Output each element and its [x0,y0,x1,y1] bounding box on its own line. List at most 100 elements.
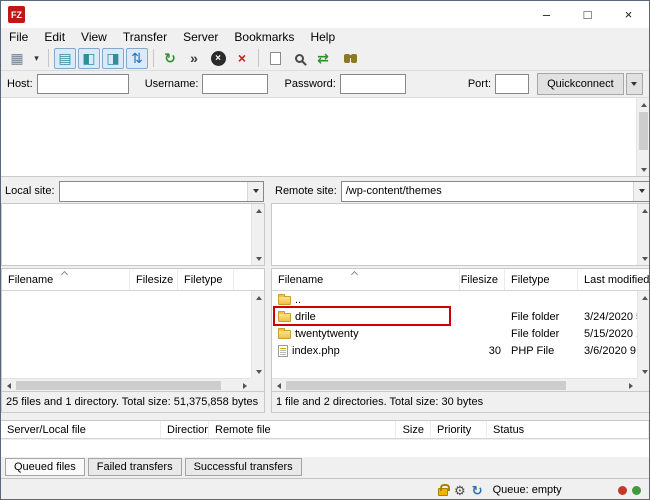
chevron-down-icon [639,189,645,193]
column-header-size[interactable]: Size [396,421,431,438]
scroll-up-button[interactable] [638,204,650,217]
scroll-up-button[interactable] [638,291,650,304]
port-input[interactable] [495,74,529,94]
host-input[interactable] [37,74,129,94]
directory-comparison-button[interactable] [288,48,310,69]
tab-successful-transfers[interactable]: Successful transfers [185,458,302,476]
remote-file-row-index-php[interactable]: index.php 30 PHP File 3/6/2020 9:23 [272,342,637,359]
scroll-down-button[interactable] [252,252,265,265]
scroll-down-button[interactable] [637,163,650,176]
file-modified: 3/24/2020 5:0 [578,308,637,325]
column-header-filesize[interactable]: Filesize [460,269,505,290]
scroll-up-button[interactable] [637,98,650,111]
remote-tree-scrollbar[interactable] [637,204,650,265]
lock-icon[interactable] [438,488,448,496]
local-tree-scrollbar[interactable] [251,204,264,265]
remote-list-vscrollbar[interactable] [637,291,650,378]
column-header-filesize[interactable]: Filesize [130,269,178,290]
cancel-operation-button[interactable]: × [207,48,229,69]
refresh-button[interactable]: ↻ [159,48,181,69]
toolbar: ▦ ▾ ▤ ◧ ◨ ⇅ ↻ » × × ⇄ [1,46,649,71]
queue-body[interactable] [1,440,649,457]
menu-transfer[interactable]: Transfer [115,28,175,46]
scrollbar-corner [637,378,650,391]
menu-server[interactable]: Server [175,28,226,46]
column-header-server-local-file[interactable]: Server/Local file [1,421,161,438]
local-tree-icon: ◧ [82,50,95,67]
message-log-scrollbar[interactable] [636,98,649,176]
quickconnect-dropdown[interactable] [626,73,643,95]
local-site-dropdown[interactable] [247,182,263,201]
scrollbar-thumb[interactable] [16,381,221,390]
scroll-up-button[interactable] [252,204,265,217]
scroll-down-icon [641,168,647,172]
menu-file[interactable]: File [1,28,36,46]
menu-help[interactable]: Help [302,28,343,46]
scrollbar-thumb[interactable] [286,381,566,390]
toggle-local-tree-button[interactable]: ◧ [78,48,100,69]
menu-edit[interactable]: Edit [36,28,73,46]
tab-failed-transfers[interactable]: Failed transfers [88,458,182,476]
local-list-hscrollbar[interactable] [2,378,251,391]
process-queue-button[interactable]: » [183,48,205,69]
remote-site-dropdown[interactable] [633,182,649,201]
process-queue-icon: » [190,50,198,66]
filter-button[interactable] [264,48,286,69]
scrollbar-thumb[interactable] [639,112,648,150]
remote-list-hscrollbar[interactable] [272,378,637,391]
chevron-down-icon [631,82,637,86]
menu-bookmarks[interactable]: Bookmarks [226,28,302,46]
local-list-vscrollbar[interactable] [251,291,264,378]
password-input[interactable] [340,74,406,94]
sync-icon[interactable]: ↻ [472,484,483,497]
column-header-status[interactable]: Status [487,421,649,438]
remote-list-body[interactable]: .. drile File folder 3/24/2020 5:0 twent… [272,291,637,378]
find-files-button[interactable] [336,48,358,69]
column-header-direction[interactable]: Direction [161,421,209,438]
scroll-left-icon [277,383,281,389]
gear-icon[interactable]: ⚙ [454,484,466,497]
column-header-last-modified[interactable]: Last modified [578,269,650,290]
message-log[interactable] [1,98,649,177]
toggle-transfer-queue-button[interactable]: ⇅ [126,48,148,69]
site-manager-dropdown[interactable]: ▾ [30,48,43,69]
column-header-remote-file[interactable]: Remote file [209,421,396,438]
maximize-button[interactable]: □ [567,1,608,28]
remote-directory-tree[interactable] [271,203,650,266]
column-header-filename[interactable]: Filename [272,269,460,290]
username-input[interactable] [202,74,268,94]
local-directory-tree[interactable] [1,203,265,266]
column-header-filetype[interactable]: Filetype [505,269,578,290]
toggle-message-log-button[interactable]: ▤ [54,48,76,69]
close-button[interactable]: × [608,1,649,28]
scroll-down-button[interactable] [252,365,265,378]
local-list-body[interactable] [2,291,251,378]
statusbar: ⚙ ↻ Queue: empty [1,478,649,500]
file-name: twentytwenty [295,328,359,340]
remote-file-row-twentytwenty[interactable]: twentytwenty File folder 5/15/2020 12: [272,325,637,342]
remote-site-combobox[interactable]: /wp-content/themes [341,181,650,202]
site-manager-button[interactable]: ▦ [6,48,28,69]
synchronized-browsing-button[interactable]: ⇄ [312,48,334,69]
toggle-remote-tree-button[interactable]: ◨ [102,48,124,69]
toolbar-separator [258,49,259,67]
scroll-down-button[interactable] [638,365,650,378]
scroll-down-button[interactable] [638,252,650,265]
menu-view[interactable]: View [73,28,115,46]
queue-header: Server/Local file Direction Remote file … [1,420,649,439]
column-header-priority[interactable]: Priority [431,421,487,438]
scroll-up-button[interactable] [252,291,265,304]
quickconnect-button[interactable]: Quickconnect [537,73,624,95]
file-type: PHP File [505,342,578,359]
local-site-combobox[interactable] [59,181,264,202]
titlebar: FZ – □ × [1,1,649,28]
remote-site-label: Remote site: [275,185,337,197]
queue-tabs: Queued files Failed transfers Successful… [1,457,649,477]
disconnect-button[interactable]: × [231,48,253,69]
filezilla-logo-icon: FZ [8,6,25,23]
column-header-filetype[interactable]: Filetype [178,269,234,290]
scroll-down-icon [642,370,648,374]
tab-queued-files[interactable]: Queued files [5,458,85,476]
minimize-button[interactable]: – [526,1,567,28]
file-size: 30 [460,342,505,359]
